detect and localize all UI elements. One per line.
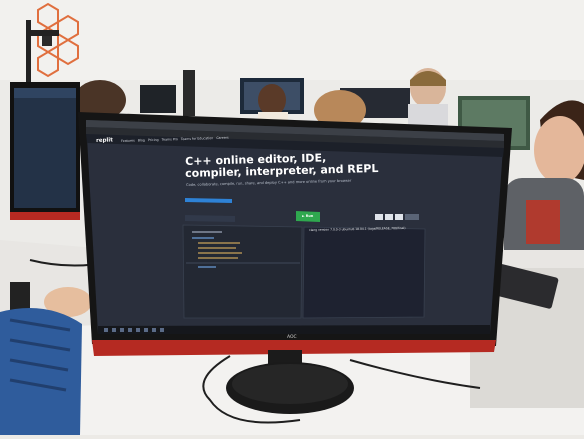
nav-link-blog[interactable]: Blog xyxy=(138,138,145,142)
windows-taskbar xyxy=(98,325,490,334)
nav-link-careers[interactable]: Careers xyxy=(216,136,228,140)
aoc-logo: AOC xyxy=(287,335,297,340)
language-select[interactable] xyxy=(185,215,235,222)
classroom-photo: replit Features Blog Pricing Teams Pro T… xyxy=(0,0,584,435)
nav-link-features[interactable]: Features xyxy=(121,139,135,143)
hand-left xyxy=(0,282,92,435)
upper-wall xyxy=(0,0,584,80)
nav-link-pricing[interactable]: Pricing xyxy=(148,138,159,142)
editor-toolbar-buttons[interactable] xyxy=(375,214,419,220)
nav-link-teams-pro[interactable]: Teams Pro xyxy=(162,137,178,142)
run-button-label[interactable]: ► Run xyxy=(302,214,313,218)
code-editor-panel[interactable] xyxy=(182,224,303,319)
left-monitor xyxy=(10,82,80,220)
console-panel[interactable] xyxy=(302,226,426,319)
replit-logo-text[interactable]: replit xyxy=(96,137,113,144)
